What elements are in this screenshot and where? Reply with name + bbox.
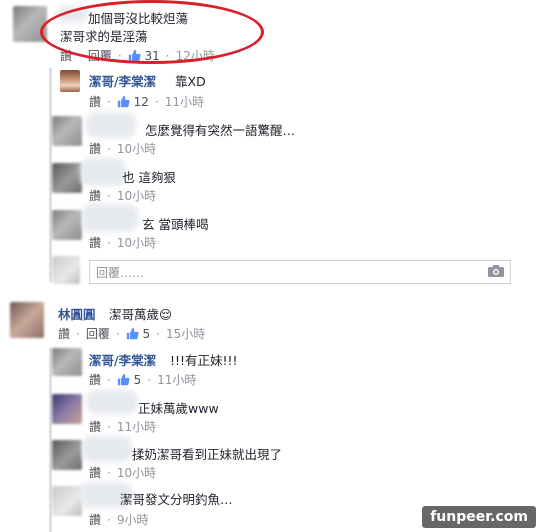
commenter-name[interactable]: 潔哥/李棠潔 bbox=[89, 71, 156, 90]
timestamp[interactable]: 9小時 bbox=[117, 511, 149, 528]
timestamp[interactable]: 10小時 bbox=[117, 464, 156, 481]
comment-meta: 讚 · 5 · 11小時 bbox=[89, 371, 197, 388]
comment-meta: 讚 · 10小時 bbox=[89, 234, 157, 251]
avatar[interactable] bbox=[52, 486, 82, 516]
avatar[interactable] bbox=[10, 302, 44, 338]
comment-meta: 讚 · 9小時 bbox=[89, 511, 149, 528]
commenter-name[interactable]: 林圓圓 bbox=[58, 304, 96, 323]
comment-meta: 讚 · 11小時 bbox=[89, 418, 157, 435]
like-link[interactable]: 讚 bbox=[89, 464, 101, 481]
camera-icon[interactable] bbox=[488, 265, 504, 277]
comment-meta: 讚 · 回覆 · 5 · 15小時 bbox=[58, 325, 206, 342]
comment-text: 也 這夠狠 bbox=[122, 170, 176, 185]
comment-meta: 讚 · 10小時 bbox=[89, 187, 157, 204]
timestamp[interactable]: 11小時 bbox=[117, 418, 156, 435]
avatar[interactable] bbox=[52, 394, 82, 424]
reply-placeholder: 回覆…… bbox=[96, 266, 145, 280]
timestamp[interactable]: 10小時 bbox=[117, 187, 156, 204]
blurred-name bbox=[82, 436, 132, 462]
avatar[interactable] bbox=[52, 210, 82, 240]
blurred-name bbox=[82, 204, 138, 232]
comment-text: 正妹萬歲www bbox=[138, 401, 219, 416]
blurred-name bbox=[86, 112, 136, 138]
comment-text: 潔哥萬歲😌 bbox=[109, 307, 173, 322]
comment-text: !!!有正妹!!! bbox=[170, 353, 238, 368]
timestamp[interactable]: 15小時 bbox=[166, 325, 205, 342]
blurred-name bbox=[80, 158, 126, 186]
comment-text: 玄 當頭棒喝 bbox=[142, 217, 209, 232]
comment-meta: 讚 · 10小時 bbox=[89, 464, 157, 481]
comment-text: 怎麼覺得有突然一語驚醒… bbox=[145, 123, 296, 138]
reply-link[interactable]: 回覆 bbox=[86, 325, 110, 342]
comment-meta: 讚 · 12 · 11小時 bbox=[89, 93, 205, 110]
like-link[interactable]: 讚 bbox=[89, 234, 101, 251]
comment-text: 揉奶潔哥看到正妹就出現了 bbox=[132, 447, 283, 462]
reply-input[interactable]: 回覆…… bbox=[89, 260, 511, 284]
red-annotation-circle bbox=[40, 0, 264, 64]
timestamp[interactable]: 10小時 bbox=[117, 234, 156, 251]
like-count[interactable]: 5 bbox=[117, 373, 141, 387]
timestamp[interactable]: 11小時 bbox=[157, 371, 196, 388]
avatar[interactable] bbox=[52, 116, 82, 146]
avatar[interactable] bbox=[52, 440, 82, 470]
thumbs-up-icon bbox=[126, 327, 139, 339]
timestamp[interactable]: 11小時 bbox=[165, 93, 204, 110]
timestamp[interactable]: 10小時 bbox=[117, 140, 156, 157]
like-link[interactable]: 讚 bbox=[89, 187, 101, 204]
blurred-name bbox=[86, 390, 138, 414]
like-count[interactable]: 5 bbox=[126, 327, 150, 341]
like-link[interactable]: 讚 bbox=[89, 140, 101, 157]
commenter-name[interactable]: 潔哥/李棠潔 bbox=[89, 350, 156, 369]
like-link[interactable]: 讚 bbox=[89, 511, 101, 528]
avatar[interactable] bbox=[60, 70, 80, 92]
comment-text: 潔哥發文分明釣魚… bbox=[120, 492, 233, 507]
avatar[interactable] bbox=[52, 163, 82, 193]
avatar[interactable] bbox=[52, 348, 82, 376]
like-link[interactable]: 讚 bbox=[89, 418, 101, 435]
like-link[interactable]: 讚 bbox=[58, 325, 70, 342]
comment-meta: 讚 · 10小時 bbox=[89, 140, 157, 157]
thumbs-up-icon bbox=[117, 95, 130, 107]
like-count[interactable]: 12 bbox=[117, 95, 149, 109]
like-link[interactable]: 讚 bbox=[89, 371, 101, 388]
watermark: funpeer.com bbox=[422, 506, 536, 528]
avatar bbox=[52, 256, 80, 284]
thumbs-up-icon bbox=[117, 373, 130, 385]
comment-text: 靠XD bbox=[175, 74, 206, 89]
like-link[interactable]: 讚 bbox=[89, 93, 101, 110]
